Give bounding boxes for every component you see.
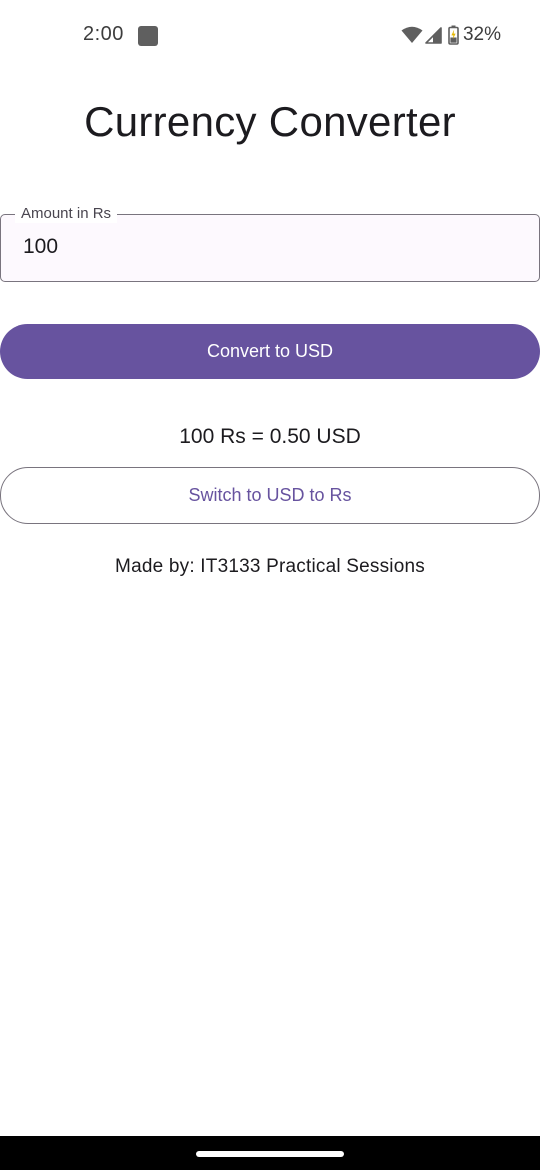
battery-percent: 32% xyxy=(462,24,501,45)
credit-text: Made by: IT3133 Practical Sessions xyxy=(115,556,425,577)
status-time: 2:00 xyxy=(83,23,124,45)
navigation-bar xyxy=(0,1136,540,1170)
cellular-signal-icon xyxy=(425,26,442,44)
convert-button[interactable]: Convert to USD xyxy=(0,324,540,379)
amount-field-label: Amount in Rs xyxy=(15,205,118,223)
battery-charging-icon xyxy=(448,25,459,45)
switch-direction-button[interactable]: Switch to USD to Rs xyxy=(0,467,540,524)
status-bar: 2:00 32% xyxy=(0,0,540,70)
home-gesture-handle[interactable] xyxy=(196,1151,344,1157)
page-title: Currency Converter xyxy=(84,98,456,145)
wifi-icon xyxy=(401,26,423,43)
amount-field[interactable]: Amount in Rs xyxy=(0,205,540,282)
app-notification-icon xyxy=(138,26,158,46)
status-indicators: 32% xyxy=(401,22,501,48)
conversion-result: 100 Rs = 0.50 USD xyxy=(179,425,361,448)
amount-input[interactable] xyxy=(23,235,503,259)
